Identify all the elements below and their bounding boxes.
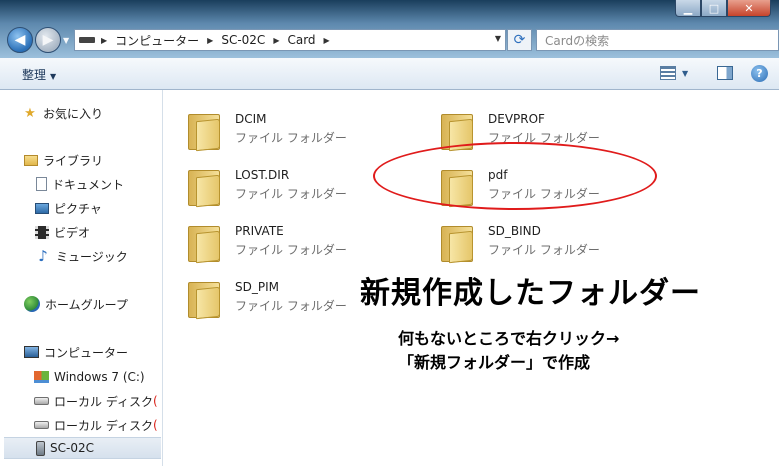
breadcrumb-card[interactable]: Card (281, 33, 321, 47)
nav-computer[interactable]: コンピューター (0, 341, 162, 363)
folder-type: ファイル フォルダー (235, 131, 347, 145)
hard-drive-icon (34, 421, 49, 429)
window-controls: ▁ □ ✕ (675, 0, 771, 17)
nav-libraries[interactable]: ライブラリ (0, 149, 162, 171)
address-bar[interactable]: ▶ コンピューター ▶ SC-02C ▶ Card ▶ ▼ (74, 29, 506, 51)
folder-icon (184, 110, 224, 152)
folder-type: ファイル フォルダー (235, 187, 347, 201)
nav-local-disk-1[interactable]: ローカル ディスク ( (0, 390, 162, 412)
folder-item[interactable]: DCIM ファイル フォルダー (184, 102, 424, 152)
homegroup-icon (24, 296, 40, 312)
organize-label: 整理 (22, 68, 47, 82)
nav-label: ホームグループ (45, 297, 128, 312)
drive-icon (79, 37, 95, 43)
minimize-button[interactable]: ▁ (675, 0, 701, 17)
folder-name: SD_BIND (488, 224, 541, 238)
video-icon (35, 225, 49, 239)
folder-type: ファイル フォルダー (235, 299, 347, 313)
highlight-circle (373, 142, 657, 210)
forward-button[interactable]: ▶ (35, 27, 61, 53)
title-bar: ▁ □ ✕ ◀ ▶ ▼ ▶ コンピューター ▶ SC-02C ▶ Card ▶ … (0, 0, 779, 58)
library-icon (24, 154, 38, 166)
nav-pictures[interactable]: ピクチャ (0, 197, 162, 219)
preview-pane-button[interactable] (717, 66, 733, 80)
nav-label: ビデオ (54, 225, 91, 240)
command-bar: 整理 ▼ ▼ ? (0, 58, 779, 90)
refresh-icon: ⟳ (513, 32, 526, 48)
close-button[interactable]: ✕ (727, 0, 771, 17)
computer-icon (24, 346, 39, 358)
folder-icon (184, 166, 224, 208)
nav-documents[interactable]: ドキュメント (0, 173, 162, 195)
chevron-right-icon[interactable]: ▶ (271, 36, 281, 45)
back-button[interactable]: ◀ (7, 27, 33, 53)
view-details-icon (660, 66, 676, 80)
picture-icon (35, 202, 49, 214)
search-input[interactable]: Cardの検索 (536, 29, 779, 51)
hard-drive-icon (34, 397, 49, 405)
nav-label: ローカル ディスク (54, 394, 153, 409)
organize-button[interactable]: 整理 ▼ (22, 66, 56, 83)
folder-type: ファイル フォルダー (235, 243, 347, 257)
nav-favorites[interactable]: ★ お気に入り (0, 102, 162, 124)
folder-name: PRIVATE (235, 224, 284, 238)
folder-name: LOST.DIR (235, 168, 290, 182)
nav-label: お気に入り (43, 106, 104, 121)
phone-icon (36, 440, 45, 456)
document-icon (36, 177, 47, 191)
folder-name: DEVPROF (488, 112, 545, 126)
nav-videos[interactable]: ビデオ (0, 221, 162, 243)
annotation-headline: 新規作成したフォルダー (360, 276, 701, 311)
annotation-instructions: 何もないところで右クリック→ 「新規フォルダー」で作成 (398, 327, 619, 375)
nav-label: ミュージック (56, 249, 128, 264)
chevron-right-icon[interactable]: ▶ (205, 36, 215, 45)
nav-label: ローカル ディスク (54, 418, 153, 433)
refresh-button[interactable]: ⟳ (507, 29, 532, 51)
nav-local-disk-2[interactable]: ローカル ディスク ( (0, 414, 162, 436)
nav-label: ドキュメント (52, 177, 125, 192)
back-arrow-icon: ◀ (14, 32, 26, 48)
folder-item[interactable]: SD_BIND ファイル フォルダー (437, 214, 677, 264)
nav-drive-c[interactable]: Windows 7 (C:) (0, 366, 162, 388)
chevron-down-icon: ▼ (50, 72, 57, 81)
chevron-right-icon[interactable]: ▶ (322, 36, 332, 45)
folder-icon (437, 222, 477, 264)
nav-music[interactable]: ♪ ミュージック (0, 245, 162, 267)
annotation-line-1: 何もないところで右クリック→ (398, 329, 620, 348)
nav-label: ライブラリ (43, 153, 104, 168)
nav-label: ピクチャ (54, 201, 102, 216)
folder-icon (184, 278, 224, 320)
history-dropdown-icon[interactable]: ▼ (63, 36, 69, 45)
nav-label: Windows 7 (C:) (54, 370, 145, 384)
help-button[interactable]: ? (751, 65, 768, 82)
nav-homegroup[interactable]: ホームグループ (0, 293, 162, 315)
music-icon: ♪ (38, 247, 48, 265)
star-icon: ★ (24, 105, 36, 121)
folder-item[interactable]: PRIVATE ファイル フォルダー (184, 214, 424, 264)
folder-name: SD_PIM (235, 280, 279, 294)
chevron-right-icon[interactable]: ▶ (99, 36, 109, 45)
windows-drive-icon (34, 371, 49, 383)
truncated-marker: ( (152, 418, 158, 432)
annotation-line-2: 「新規フォルダー」で作成 (398, 353, 591, 372)
chevron-down-icon: ▼ (682, 68, 689, 78)
navigation-pane: ★ お気に入り ライブラリ ドキュメント ピクチャ ビデオ ♪ ミュージック ホ… (0, 90, 163, 466)
nav-label: SC-02C (50, 441, 94, 455)
nav-label: コンピューター (44, 345, 129, 360)
nav-sc02c[interactable]: SC-02C (4, 437, 161, 459)
truncated-marker: ( (152, 394, 158, 408)
breadcrumb-computer[interactable]: コンピューター (109, 32, 205, 49)
breadcrumb-device[interactable]: SC-02C (215, 33, 271, 47)
forward-arrow-icon: ▶ (42, 32, 54, 48)
search-placeholder: Cardの検索 (545, 33, 610, 48)
folder-name: DCIM (235, 112, 267, 126)
address-dropdown-icon[interactable]: ▼ (495, 34, 501, 43)
maximize-button[interactable]: □ (701, 0, 727, 17)
folder-type: ファイル フォルダー (488, 243, 600, 257)
folder-icon (184, 222, 224, 264)
change-view-button[interactable]: ▼ (660, 66, 688, 80)
